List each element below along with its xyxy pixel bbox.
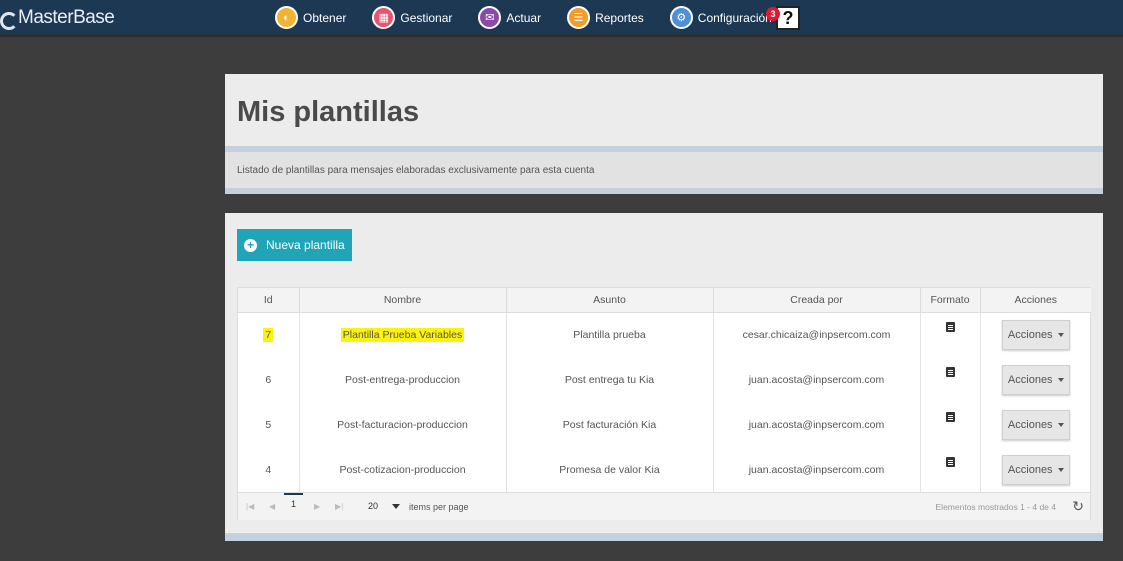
column-header-asunto[interactable]: Asunto — [506, 288, 714, 313]
next-page-icon[interactable]: ▶ — [314, 502, 320, 511]
masterbase-logo[interactable]: MasterBase — [0, 7, 115, 30]
actions-label: Acciones — [1007, 463, 1053, 476]
gestionar-icon: ▦ — [372, 6, 396, 29]
nav-gestionar-label: Gestionar — [400, 10, 453, 25]
actions-dropdown-button[interactable]: Acciones — [1001, 454, 1070, 485]
page-size-caret-icon[interactable] — [392, 504, 400, 509]
logo-mark-icon — [0, 11, 18, 30]
obtener-icon: ◐ — [275, 6, 298, 29]
logo-text: MasterBase — [18, 7, 115, 28]
table-row[interactable]: 5 Post-facturacion-produccion Post factu… — [238, 402, 1091, 447]
panel-footer-bar — [225, 533, 1103, 541]
page-size-select[interactable]: 20 — [368, 501, 378, 511]
nav-actuar-label: Actuar — [506, 10, 542, 25]
caret-down-icon — [1057, 422, 1064, 427]
subtitle-box: Listado de plantillas para mensajes elab… — [225, 152, 1103, 188]
row-id: 7 — [263, 327, 274, 342]
table-row[interactable]: 4 Post-cotizacion-produccion Promesa de … — [238, 447, 1091, 492]
nav-reportes-label: Reportes — [595, 10, 644, 25]
row-nombre: Post-facturacion-produccion — [299, 402, 507, 447]
table-header-row: Id Nombre Asunto Creada por Formato Acci… — [238, 288, 1091, 313]
templates-grid: Id Nombre Asunto Creada por Formato Acci… — [237, 287, 1091, 520]
column-header-id[interactable]: Id — [238, 288, 300, 313]
caret-down-icon — [1057, 377, 1064, 382]
plus-circle-icon: + — [244, 238, 257, 252]
row-asunto: Post facturación Kia — [506, 402, 714, 447]
actions-dropdown-button[interactable]: Acciones — [1001, 409, 1070, 440]
current-page-button[interactable]: 1 — [284, 493, 303, 513]
html-format-icon — [945, 412, 955, 422]
row-asunto: Promesa de valor Kia — [506, 447, 714, 492]
nav-reportes[interactable]: ☰ Reportes — [567, 6, 644, 29]
pager: |◀ ◀ 1 ▶ ▶| 20 items per page Elementos … — [238, 492, 1090, 520]
table-row[interactable]: 7 Plantilla Prueba Variables Plantilla p… — [238, 312, 1091, 357]
caret-down-icon — [1057, 467, 1064, 472]
last-page-icon[interactable]: ▶| — [335, 502, 343, 511]
page-title: Mis plantillas — [237, 96, 420, 128]
row-creada-por: cesar.chicaiza@inpsercom.com — [713, 312, 921, 357]
row-creada-por: juan.acosta@inpsercom.com — [713, 357, 921, 402]
nav-obtener[interactable]: ◐ Obtener — [275, 6, 346, 29]
column-header-formato[interactable]: Formato — [920, 288, 981, 313]
help-icon[interactable]: ? — [776, 6, 800, 30]
config-icon: ⚙ — [669, 6, 693, 29]
row-nombre: Post-cotizacion-produccion — [299, 447, 507, 492]
new-template-button[interactable]: + Nueva plantilla — [237, 229, 352, 261]
row-id: 4 — [238, 447, 300, 492]
row-asunto: Plantilla prueba — [506, 312, 714, 357]
nav-obtener-label: Obtener — [303, 10, 347, 25]
items-per-page-label: items per page — [409, 502, 469, 512]
reportes-icon: ☰ — [567, 6, 591, 29]
page-subtitle: Listado de plantillas para mensajes elab… — [237, 165, 595, 176]
html-format-icon — [945, 457, 955, 467]
row-asunto: Post entrega tu Kia — [506, 357, 714, 402]
row-nombre: Post-entrega-produccion — [299, 357, 507, 402]
nav-actuar[interactable]: ✉ Actuar — [478, 6, 541, 29]
caret-down-icon — [1057, 332, 1064, 337]
nav-configuracion-label: Configuración — [697, 10, 772, 25]
actions-label: Acciones — [1007, 418, 1053, 431]
html-format-icon — [945, 322, 955, 333]
templates-panel: + Nueva plantilla Id Nombre Asunto Cread… — [225, 213, 1103, 541]
column-header-creada-por[interactable]: Creada por — [713, 288, 921, 313]
html-format-icon — [945, 367, 955, 377]
column-header-nombre[interactable]: Nombre — [299, 288, 507, 313]
top-navbar: MasterBase ◐ Obtener ▦ Gestionar ✉ Actua… — [0, 0, 1123, 37]
actions-dropdown-button[interactable]: Acciones — [1001, 364, 1070, 395]
new-template-label: Nueva plantilla — [266, 238, 345, 252]
row-id: 5 — [238, 402, 300, 447]
column-header-acciones[interactable]: Acciones — [980, 288, 1091, 313]
templates-table: Id Nombre Asunto Creada por Formato Acci… — [238, 288, 1091, 492]
row-id: 6 — [238, 357, 300, 402]
actuar-icon: ✉ — [478, 6, 502, 29]
nav-gestionar[interactable]: ▦ Gestionar — [372, 6, 452, 29]
prev-page-icon[interactable]: ◀ — [269, 502, 275, 511]
page-header: Mis plantillas Listado de plantillas par… — [225, 74, 1103, 194]
row-creada-por: juan.acosta@inpsercom.com — [713, 447, 921, 492]
actions-label: Acciones — [1007, 328, 1053, 341]
actions-dropdown-button[interactable]: Acciones — [1001, 319, 1070, 350]
pager-info: Elementos mostrados 1 - 4 de 4 — [935, 502, 1056, 512]
nav-configuracion[interactable]: ⚙ Configuración — [669, 6, 772, 29]
header-divider-bottom — [225, 188, 1103, 194]
notification-badge: 3 — [766, 7, 780, 21]
row-creada-por: juan.acosta@inpsercom.com — [713, 402, 921, 447]
refresh-icon[interactable]: ↻ — [1072, 498, 1084, 515]
table-row[interactable]: 6 Post-entrega-produccion Post entrega t… — [238, 357, 1091, 402]
row-nombre: Plantilla Prueba Variables — [340, 327, 465, 342]
actions-label: Acciones — [1007, 373, 1053, 386]
first-page-icon[interactable]: |◀ — [246, 502, 254, 511]
main-nav: ◐ Obtener ▦ Gestionar ✉ Actuar ☰ Reporte… — [275, 6, 798, 29]
